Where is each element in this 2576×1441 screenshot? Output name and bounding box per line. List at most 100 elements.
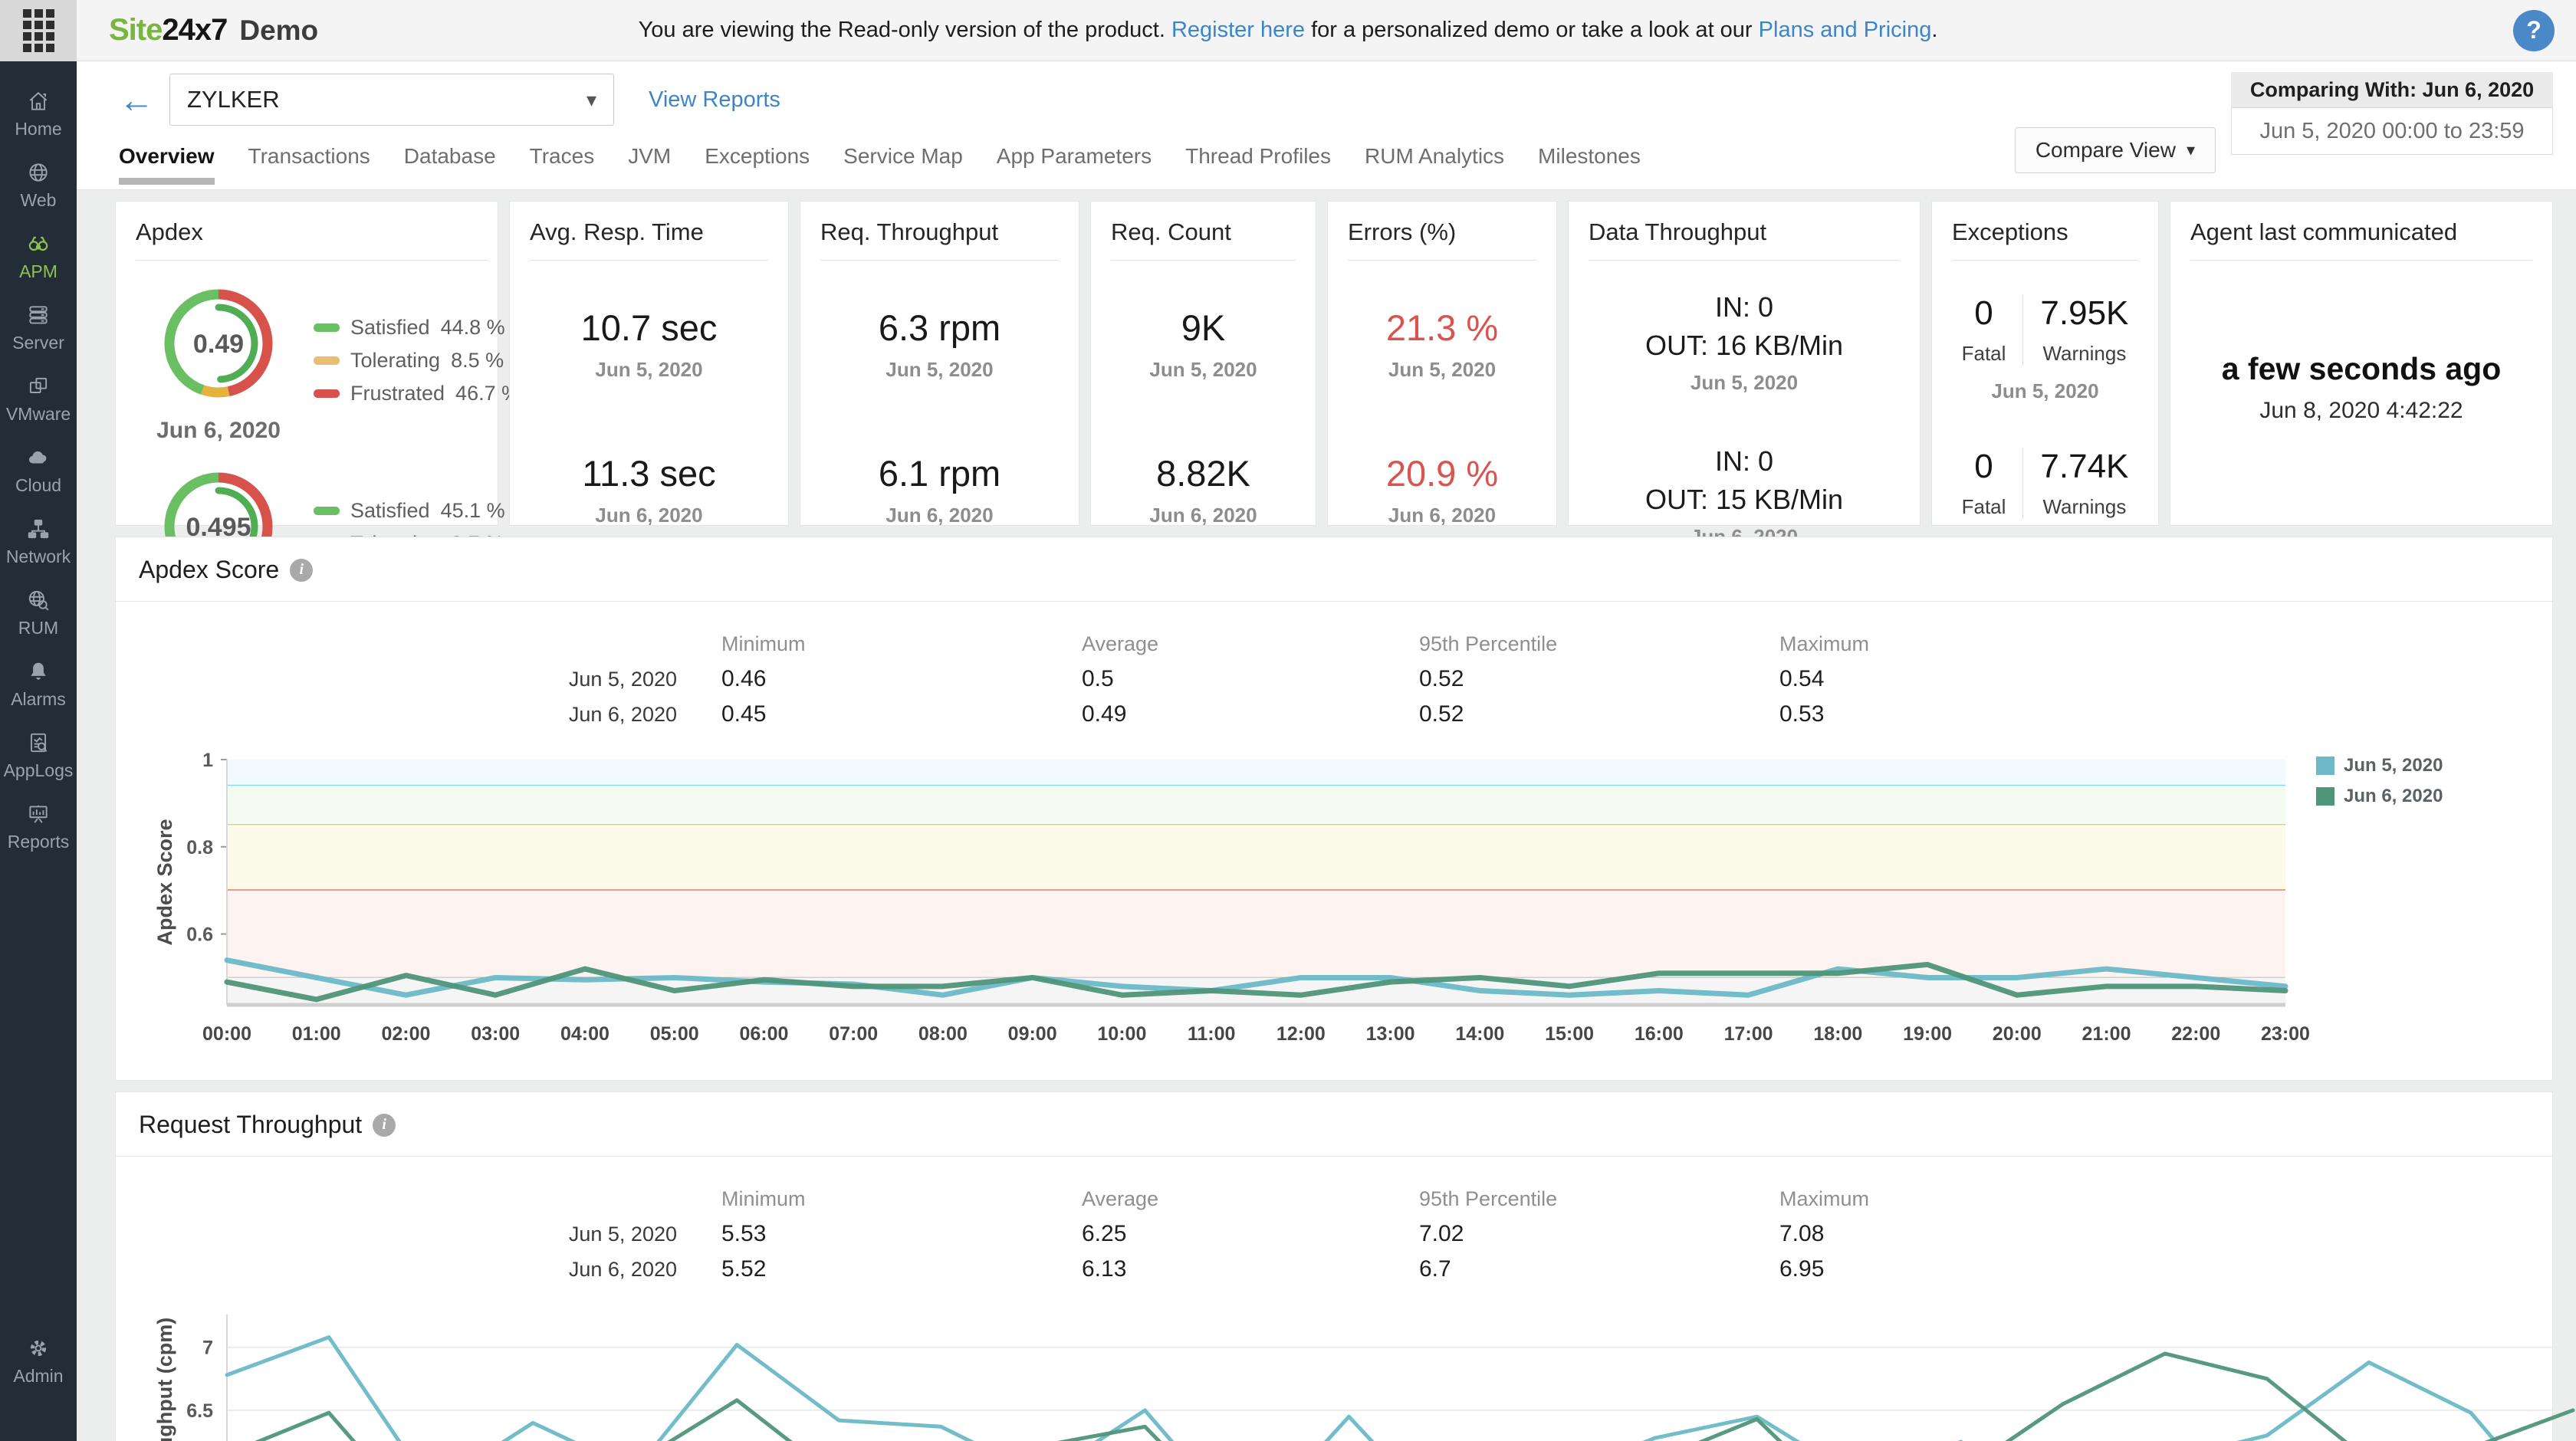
stats-value: 6.13	[1082, 1252, 1419, 1287]
apdex-score-chart: 10.80.600:0001:0002:0003:0004:0005:0006:…	[116, 752, 2552, 1054]
req-count-card: Req. Count 9KJun 5, 2020 8.82KJun 6, 202…	[1090, 201, 1316, 526]
svg-text:09:00: 09:00	[1008, 1023, 1057, 1045]
tab-transactions[interactable]: Transactions	[248, 144, 370, 185]
section-title: Apdex Score	[139, 556, 279, 584]
sidebar-item-rum[interactable]: RUM	[0, 577, 77, 648]
sidebar-item-admin[interactable]: Admin	[0, 1325, 77, 1397]
req-throughput-card: Req. Throughput 6.3 rpmJun 5, 2020 6.1 r…	[800, 201, 1079, 526]
sidebar-label: Home	[15, 119, 61, 140]
view-reports-link[interactable]: View Reports	[649, 87, 780, 113]
svg-text:23:00: 23:00	[2261, 1023, 2310, 1045]
apdex-stats-table: Minimum Average 95th Percentile Maximum …	[116, 626, 2552, 732]
chevron-down-icon: ▾	[586, 88, 596, 112]
gear-icon	[26, 1336, 51, 1361]
sidebar-item-reports[interactable]: Reports	[0, 791, 77, 862]
apdex-line-chart: 10.80.600:0001:0002:0003:0004:0005:0006:…	[139, 752, 2316, 1054]
tab-app-parameters[interactable]: App Parameters	[997, 144, 1152, 185]
stats-header: Minimum	[721, 626, 1082, 661]
legend-item[interactable]: Jun 6, 2020	[2316, 786, 2443, 807]
comparing-with-label: Comparing With: Jun 6, 2020	[2231, 72, 2553, 107]
data-in-value: IN: 0	[1589, 445, 1900, 478]
sidebar-label: APM	[19, 261, 58, 282]
stats-value: 6.95	[1779, 1252, 2552, 1287]
legend-item[interactable]: Jun 5, 2020	[2316, 755, 2443, 776]
left-nav-sidebar: Home Web APM Server VMware Cloud Network	[0, 61, 77, 1441]
metric-date: Jun 6, 2020	[530, 504, 768, 527]
stats-header: Average	[1082, 626, 1419, 661]
card-title: Errors (%)	[1348, 218, 1536, 246]
svg-text:19:00: 19:00	[1903, 1023, 1952, 1045]
readonly-banner: You are viewing the Read-only version of…	[639, 18, 1938, 43]
stats-value: 0.46	[721, 661, 1082, 697]
errors-card: Errors (%) 21.3 %Jun 5, 2020 20.9 %Jun 6…	[1327, 201, 1557, 526]
stats-value: 6.25	[1082, 1216, 1419, 1252]
tab-milestones[interactable]: Milestones	[1538, 144, 1641, 185]
sidebar-item-server[interactable]: Server	[0, 292, 77, 363]
applogs-icon	[26, 730, 51, 755]
chart-legend: Jun 5, 2020 Jun 6, 2020	[2316, 755, 2443, 807]
svg-text:0.8: 0.8	[186, 837, 213, 858]
sidebar-item-vmware[interactable]: VMware	[0, 363, 77, 435]
application-selector[interactable]: ZYLKER ▾	[169, 74, 614, 126]
stats-row-label: Jun 6, 2020	[116, 697, 721, 732]
svg-text:1: 1	[202, 752, 213, 771]
register-here-link[interactable]: Register here	[1171, 18, 1305, 42]
back-arrow-icon[interactable]: ←	[119, 82, 154, 117]
sidebar-item-alarms[interactable]: Alarms	[0, 648, 77, 720]
banner-text: for a personalized demo or take a look a…	[1305, 18, 1759, 42]
binoculars-icon	[26, 231, 51, 256]
card-title: Data Throughput	[1589, 218, 1900, 246]
sidebar-item-web[interactable]: Web	[0, 149, 77, 221]
tab-rum-analytics[interactable]: RUM Analytics	[1365, 144, 1504, 185]
svg-text:21:00: 21:00	[2082, 1023, 2131, 1045]
plans-pricing-link[interactable]: Plans and Pricing	[1759, 18, 1932, 42]
sidebar-label: RUM	[18, 618, 58, 638]
sidebar-item-cloud[interactable]: Cloud	[0, 435, 77, 506]
svg-text:05:00: 05:00	[650, 1023, 699, 1045]
svg-text:Throughput (cpm): Throughput (cpm)	[153, 1318, 176, 1441]
stats-value: 7.08	[1779, 1216, 2552, 1252]
comparing-with-box: Comparing With: Jun 6, 2020 Jun 5, 2020 …	[2231, 72, 2553, 155]
date-range-picker[interactable]: Jun 5, 2020 00:00 to 23:59	[2231, 107, 2553, 155]
svg-text:18:00: 18:00	[1813, 1023, 1862, 1045]
tab-traces[interactable]: Traces	[530, 144, 595, 185]
chevron-down-icon: ▾	[2187, 140, 2195, 160]
tab-exceptions[interactable]: Exceptions	[705, 144, 810, 185]
sidebar-label: Admin	[13, 1366, 63, 1387]
request-throughput-section: Request Throughput i Minimum Average 95t…	[115, 1091, 2553, 1441]
info-icon[interactable]: i	[373, 1114, 396, 1137]
apdex-gauge-row: 0.49 Jun 6, 2020 Satisfied44.8 % Tolerat…	[136, 277, 488, 444]
sidebar-label: Server	[12, 333, 64, 353]
section-title: Request Throughput	[139, 1111, 362, 1139]
throughput-stats-table: Minimum Average 95th Percentile Maximum …	[116, 1181, 2552, 1287]
throughput-line-chart: 76.56Throughput (cpm)	[139, 1307, 2576, 1441]
sidebar-label: Reports	[8, 832, 70, 852]
tab-jvm[interactable]: JVM	[628, 144, 671, 185]
home-icon	[26, 89, 51, 113]
app-launcher-button[interactable]	[0, 0, 77, 61]
tab-database[interactable]: Database	[404, 144, 496, 185]
compare-view-label: Compare View	[2036, 138, 2176, 162]
sidebar-item-network[interactable]: Network	[0, 506, 77, 577]
avg-resp-time-card: Avg. Resp. Time 10.7 secJun 5, 2020 11.3…	[509, 201, 789, 526]
warnings-count: 7.95K	[2040, 294, 2128, 333]
gauge-date: Jun 6, 2020	[136, 418, 301, 444]
agent-last-communicated-card: Agent last communicated a few seconds ag…	[2170, 201, 2553, 526]
sidebar-item-apm[interactable]: APM	[0, 221, 77, 292]
tab-overview[interactable]: Overview	[119, 144, 215, 185]
compare-view-button[interactable]: Compare View ▾	[2015, 127, 2216, 173]
info-icon[interactable]: i	[290, 559, 313, 582]
sidebar-item-applogs[interactable]: AppLogs	[0, 720, 77, 791]
tab-service-map[interactable]: Service Map	[843, 144, 963, 185]
tab-thread-profiles[interactable]: Thread Profiles	[1185, 144, 1331, 185]
metric-date: Jun 5, 2020	[1111, 358, 1296, 382]
metric-date: Jun 6, 2020	[1111, 504, 1296, 527]
svg-text:00:00: 00:00	[202, 1023, 251, 1045]
help-icon[interactable]: ?	[2513, 10, 2555, 51]
site24x7-logo: Site24x7Demo	[109, 13, 318, 48]
metric-value: 11.3 sec	[530, 452, 768, 494]
stats-header: Average	[1082, 1181, 1419, 1216]
svg-text:7: 7	[202, 1338, 213, 1359]
sidebar-item-home[interactable]: Home	[0, 78, 77, 149]
bell-icon	[26, 659, 51, 684]
